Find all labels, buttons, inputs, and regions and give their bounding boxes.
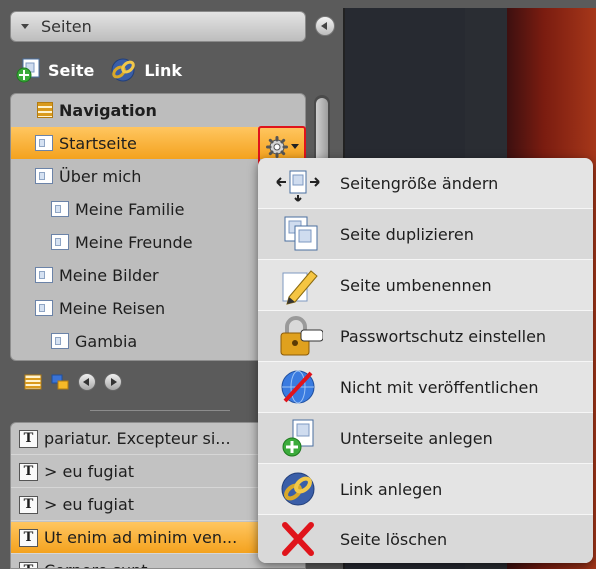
tree-item-label: Über mich <box>59 166 142 186</box>
tree-item-label: Startseite <box>59 133 137 153</box>
collapse-triangle-icon <box>21 24 29 29</box>
padlock-icon <box>280 316 323 356</box>
menu-item-resize-page[interactable]: Seitengröße ändern <box>258 158 593 209</box>
collapse-panel-button[interactable] <box>315 16 335 36</box>
list-view-icon[interactable] <box>24 374 42 390</box>
tree-item-label: Meine Bilder <box>59 265 159 285</box>
pages-section-header[interactable]: Seiten <box>10 11 306 42</box>
tree-item-label: Meine Freunde <box>75 232 193 252</box>
menu-item-unpublish[interactable]: Nicht mit veröffentlichen <box>258 362 593 413</box>
add-subpage-icon <box>282 419 314 457</box>
list-item-label: > eu fugiat <box>44 495 135 514</box>
duplicate-page-icon <box>284 216 318 251</box>
page-context-menu: Seitengröße ändern Seite duplizieren Sei… <box>258 158 593 563</box>
page-icon <box>35 300 53 316</box>
add-link-button[interactable]: Link <box>110 57 182 83</box>
menu-item-duplicate-page[interactable]: Seite duplizieren <box>258 209 593 260</box>
section-title: Seiten <box>41 17 92 36</box>
gear-icon <box>265 135 288 158</box>
arrow-left-icon <box>321 22 327 30</box>
add-link-label: Link <box>144 60 183 80</box>
menu-item-password-protection[interactable]: Passwortschutz einstellen <box>258 311 593 362</box>
page-icon <box>35 267 53 283</box>
text-element-icon: T <box>19 528 38 547</box>
menu-item-label: Seite löschen <box>340 529 448 549</box>
menu-item-label: Seitengröße ändern <box>340 173 499 193</box>
previous-button[interactable] <box>78 373 96 391</box>
menu-item-label: Seite duplizieren <box>340 224 474 244</box>
tree-item-navigation[interactable]: Navigation <box>11 94 305 126</box>
chain-link-icon <box>281 472 315 506</box>
element-controls <box>24 371 122 393</box>
tree-item-label: Gambia <box>75 331 138 351</box>
delete-x-icon <box>282 522 314 556</box>
text-element-icon: T <box>19 561 38 568</box>
menu-item-delete-page[interactable]: Seite löschen <box>258 515 593 563</box>
page-icon <box>35 135 53 151</box>
arrow-left-icon <box>83 378 89 386</box>
pages-toolbar: Seite Link <box>16 56 190 84</box>
unpublish-globe-icon <box>281 370 315 404</box>
menu-item-create-link[interactable]: Link anlegen <box>258 464 593 515</box>
add-page-button[interactable]: Seite <box>16 57 94 83</box>
add-page-icon <box>16 58 40 83</box>
page-icon <box>51 234 69 250</box>
next-button[interactable] <box>104 373 122 391</box>
menu-item-label: Passwortschutz einstellen <box>340 326 547 346</box>
tree-item-label: Meine Familie <box>75 199 185 219</box>
list-item-label: Ut enim ad minim ven... <box>44 528 238 547</box>
navigation-list-icon <box>37 102 53 118</box>
folder-structure-icon[interactable] <box>50 373 70 391</box>
resize-page-icon <box>276 170 320 202</box>
rename-pencil-icon <box>282 270 318 305</box>
menu-item-label: Nicht mit veröffentlichen <box>340 377 539 397</box>
text-element-icon: T <box>19 462 38 481</box>
text-element-icon: T <box>19 429 38 448</box>
text-element-icon: T <box>19 495 38 514</box>
page-icon <box>51 333 69 349</box>
menu-item-label: Seite umbenennen <box>340 275 492 295</box>
menu-item-label: Unterseite anlegen <box>340 428 493 448</box>
divider <box>90 410 230 411</box>
arrow-right-icon <box>111 378 117 386</box>
list-item-label: Corpore sunt <box>44 561 148 568</box>
page-icon <box>51 201 69 217</box>
list-item-label: pariatur. Excepteur si... <box>44 429 231 448</box>
list-item-label: > eu fugiat <box>44 462 135 481</box>
add-page-label: Seite <box>48 60 95 80</box>
menu-item-label: Link anlegen <box>340 479 443 499</box>
menu-item-rename-page[interactable]: Seite umbenennen <box>258 260 593 311</box>
tree-item-label: Meine Reisen <box>59 298 166 318</box>
chevron-down-icon <box>290 144 299 149</box>
menu-item-add-subpage[interactable]: Unterseite anlegen <box>258 413 593 464</box>
tree-item-label: Navigation <box>59 100 157 120</box>
chain-link-icon <box>111 58 136 82</box>
page-icon <box>35 168 53 184</box>
